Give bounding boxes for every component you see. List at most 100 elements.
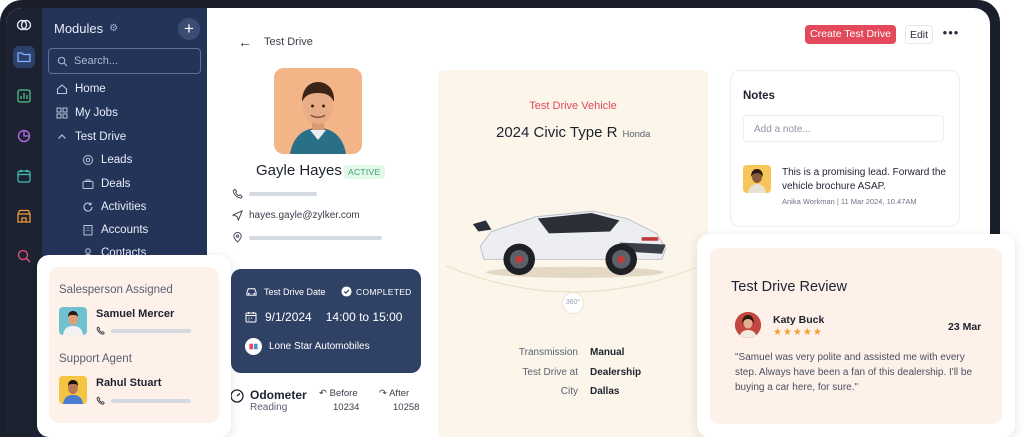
app-logo-icon[interactable] (13, 14, 35, 36)
sidebar-item-deals[interactable]: Deals (82, 178, 130, 190)
briefcase-icon (82, 178, 94, 190)
odometer-section: Odometer Reading (230, 388, 307, 413)
create-test-drive-button[interactable]: Create Test Drive (805, 25, 896, 44)
test-drive-time: 14:00 to 15:00 (325, 310, 403, 324)
sidebar-item-label: Activities (101, 201, 147, 213)
support-agent-name: Rahul Stuart (96, 377, 162, 389)
phone-redacted-bar (111, 398, 191, 403)
gauge-icon (230, 389, 244, 403)
contact-name: Gayle Hayes (256, 162, 342, 179)
search-placeholder: Search... (74, 55, 119, 67)
salesperson-avatar (59, 307, 87, 335)
completed-status: COMPLETED (341, 286, 412, 297)
note-text: This is a promising lead. Forward the ve… (782, 167, 946, 192)
test-drive-date: 9/1/2024 (265, 310, 312, 324)
notes-title: Notes (743, 90, 775, 102)
sidebar-item-leads[interactable]: Leads (82, 154, 132, 166)
sidebar-header: Modules ⚙ (54, 21, 118, 36)
support-agent-heading: Support Agent (59, 353, 132, 365)
calendar-icon[interactable] (13, 165, 35, 187)
dealer-logo-icon (245, 338, 262, 355)
refresh-icon (82, 201, 94, 213)
after-label: After (389, 388, 410, 399)
before-value: 10234 (333, 402, 360, 413)
car-image (472, 210, 667, 278)
completed-label: COMPLETED (356, 286, 412, 297)
add-note-input[interactable]: Add a note... (743, 115, 944, 142)
reviewer-avatar (735, 312, 761, 338)
spec-key: Test Drive at (522, 367, 578, 378)
sidebar-item-label: Accounts (101, 224, 149, 236)
status-badge: ACTIVE (344, 165, 385, 179)
send-icon (232, 210, 243, 221)
notes-card: Notes Add a note... This is a promising … (730, 70, 960, 227)
contact-email: hayes.gayle@zylker.com (249, 210, 360, 221)
spec-value: Dealership (590, 367, 642, 378)
salesperson-name: Samuel Mercer (96, 308, 175, 320)
odometer-title: Odometer (250, 388, 307, 402)
odometer-after: ↷ After 10258 (379, 388, 419, 413)
sidebar-item-label: Deals (101, 178, 131, 190)
sidebar-item-accounts[interactable]: Accounts (82, 224, 148, 236)
page-title: Test Drive (264, 36, 313, 48)
edit-button[interactable]: Edit (905, 25, 933, 44)
sidebar-title: Modules (54, 21, 104, 36)
undo-arrow-icon: ↶ (319, 388, 327, 399)
settings-icon[interactable]: ⚙ (109, 23, 118, 34)
phone-redacted-bar (249, 191, 317, 196)
folder-icon[interactable] (13, 46, 35, 68)
add-module-button[interactable]: + (178, 18, 200, 40)
search-insight-icon[interactable] (13, 245, 35, 267)
home-icon (56, 83, 68, 95)
phone-icon (232, 188, 243, 199)
vehicle-title: 2024 Civic Type R Honda (496, 124, 650, 141)
date-time-row: 9/1/2024 14:00 to 15:00 (245, 310, 402, 324)
test-drive-label-row: Test Drive Date (245, 286, 326, 297)
location-row (232, 232, 382, 243)
rotate-360-icon[interactable]: 360° (562, 292, 584, 314)
pie-chart-icon[interactable] (13, 125, 35, 147)
calendar-icon (245, 312, 257, 323)
car-icon (246, 288, 257, 296)
phone-row (232, 188, 317, 199)
contact-avatar (274, 68, 362, 154)
before-label: Before (329, 388, 358, 399)
dealer-name: Lone Star Automobiles (269, 341, 370, 352)
review-date: 23 Mar (948, 321, 982, 333)
dealer-row: Lone Star Automobiles (245, 338, 370, 355)
spec-value: Manual (590, 347, 625, 358)
note-author-avatar (743, 165, 771, 193)
email-row[interactable]: hayes.gayle@zylker.com (232, 210, 360, 221)
test-drive-date-label: Test Drive Date (264, 286, 326, 297)
sidebar-item-label: My Jobs (75, 107, 118, 119)
phone-icon (96, 326, 105, 335)
sidebar-search-input[interactable]: Search... (48, 48, 201, 74)
reviewer-name: Katy Buck (773, 314, 825, 326)
salesperson-phone-row (96, 326, 191, 335)
sidebar-item-test-drive[interactable]: Test Drive (56, 131, 126, 143)
check-circle-icon (341, 286, 352, 297)
odometer-before: ↶ Before 10234 (319, 388, 359, 413)
chevron-up-icon (56, 131, 68, 143)
analytics-icon[interactable] (13, 85, 35, 107)
grid-icon (56, 107, 68, 119)
store-icon[interactable] (13, 205, 35, 227)
phone-icon (96, 396, 105, 405)
more-options-button[interactable]: ••• (939, 25, 963, 44)
target-icon (82, 154, 94, 166)
spec-value: Dallas (590, 386, 620, 397)
sidebar-item-label: Leads (101, 154, 133, 166)
salesperson-heading: Salesperson Assigned (59, 284, 173, 296)
back-arrow-icon[interactable]: ← (238, 34, 252, 50)
spec-key: Transmission (518, 347, 578, 358)
sidebar-item-my-jobs[interactable]: My Jobs (56, 107, 118, 119)
rating-stars: ★★★★★ (773, 327, 823, 338)
support-agent-phone-row (96, 396, 191, 405)
review-title: Test Drive Review (731, 279, 848, 295)
sidebar-item-activities[interactable]: Activities (82, 201, 146, 213)
assignment-card: Salesperson Assigned Samuel Mercer Suppo… (37, 255, 231, 437)
spec-key: City (560, 386, 578, 397)
vehicle-model: 2024 Civic Type R (496, 124, 618, 141)
sidebar-item-home[interactable]: Home (56, 83, 106, 95)
vehicle-panel: Test Drive Vehicle 2024 Civic Type R Hond… (438, 70, 708, 437)
